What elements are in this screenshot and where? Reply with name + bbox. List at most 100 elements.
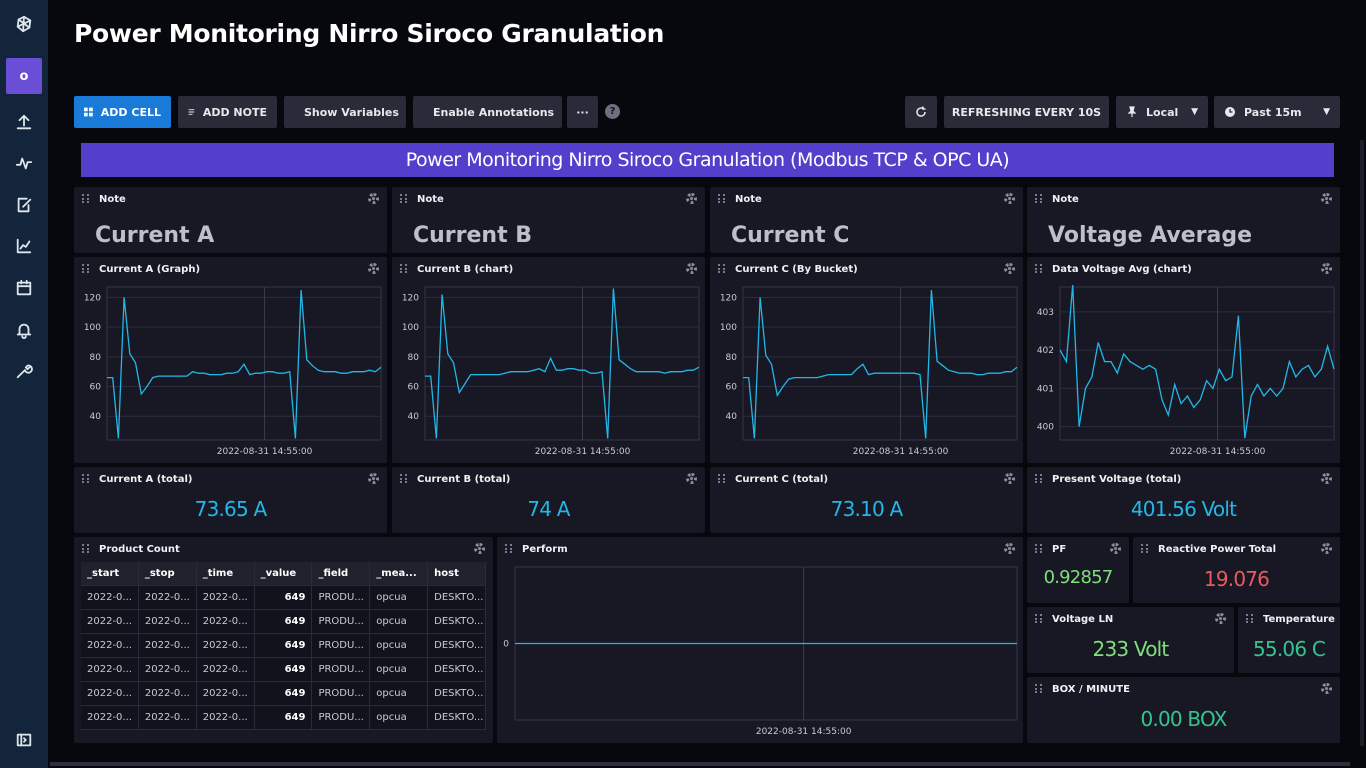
influx-logo-icon[interactable] <box>0 3 48 45</box>
gear-icon[interactable] <box>1004 193 1015 204</box>
graph-icon[interactable] <box>0 226 48 266</box>
single-stat-cell[interactable]: Temperature 55.06 C <box>1238 607 1340 673</box>
calendar-icon[interactable] <box>0 268 48 308</box>
pulse-icon[interactable] <box>0 143 48 183</box>
column-header[interactable]: _field <box>312 562 371 586</box>
graph-cell[interactable]: Current B (chart) 40 60 80 100 120 2022-08-31… <box>392 257 705 463</box>
drag-handle-icon[interactable] <box>400 194 408 204</box>
upload-icon[interactable] <box>0 102 48 142</box>
single-stat-cell[interactable]: Current B (total) 74 A <box>392 467 705 533</box>
stat-value: 401.56 Volt <box>1130 497 1237 521</box>
single-stat-cell[interactable]: Current A (total) 73.65 A <box>74 467 387 533</box>
table-cell: 2022-0... <box>138 706 197 730</box>
drag-handle-icon[interactable] <box>1035 614 1043 624</box>
column-header[interactable]: host <box>428 562 486 586</box>
drag-handle-icon[interactable] <box>1035 684 1043 694</box>
gear-icon[interactable] <box>1321 683 1332 694</box>
edit-icon[interactable] <box>0 185 48 225</box>
note-cell[interactable]: Note Current A <box>74 187 387 253</box>
gear-icon[interactable] <box>1321 473 1332 484</box>
graph-cell[interactable]: Data Voltage Avg (chart) 400 401 402 403 202… <box>1027 257 1340 463</box>
gear-icon[interactable] <box>1321 193 1332 204</box>
org-avatar[interactable]: o <box>6 58 42 94</box>
auto-refresh-dropdown[interactable]: REFRESHING EVERY 10S <box>944 96 1109 128</box>
timezone-dropdown[interactable]: Local ▼ <box>1116 96 1208 128</box>
drag-handle-icon[interactable] <box>718 474 726 484</box>
y-tick-label: 40 <box>408 412 420 422</box>
table-row: 2022-0... 2022-0... 2022-0... 649 PRODU... op… <box>81 706 486 730</box>
stat-value: 74 A <box>527 497 570 521</box>
gear-icon[interactable] <box>1004 473 1015 484</box>
drag-handle-icon[interactable] <box>82 194 90 204</box>
add-note-button[interactable]: ADD NOTE <box>178 96 277 128</box>
gear-icon[interactable] <box>1321 543 1332 554</box>
drag-handle-icon[interactable] <box>1246 614 1254 624</box>
table-cell: 2022-0... <box>196 706 255 730</box>
data-table[interactable]: _start _stop _time _value _field _mea...… <box>81 562 486 734</box>
y-tick-label: 60 <box>726 383 738 393</box>
drag-handle-icon[interactable] <box>400 474 408 484</box>
column-header[interactable]: _mea... <box>370 562 429 586</box>
drag-handle-icon[interactable] <box>1035 474 1043 484</box>
gear-icon[interactable] <box>1215 613 1226 624</box>
drag-handle-icon[interactable] <box>82 474 90 484</box>
gear-icon[interactable] <box>686 193 697 204</box>
graph-cell[interactable]: Current A (Graph) 40 60 80 100 120 2022-08-31… <box>74 257 387 463</box>
gear-icon[interactable] <box>474 543 485 554</box>
column-header[interactable]: _time <box>196 562 255 586</box>
column-header[interactable]: _start <box>81 562 139 586</box>
time-range-dropdown[interactable]: Past 15m ▼ <box>1214 96 1340 128</box>
vertical-scrollbar[interactable] <box>1360 140 1364 746</box>
timezone-label: Local <box>1146 105 1179 119</box>
note-text: Voltage Average <box>1048 223 1253 248</box>
drag-handle-icon[interactable] <box>82 544 90 554</box>
column-header[interactable]: _stop <box>138 562 197 586</box>
cell-title: Note <box>735 193 762 205</box>
refresh-button[interactable] <box>905 96 937 128</box>
table-cell: DESKTO... <box>428 658 486 682</box>
cell-title: Note <box>417 193 444 205</box>
more-options-button[interactable]: ··· <box>567 96 598 128</box>
single-stat-cell[interactable]: PF 0.92857 <box>1027 537 1129 603</box>
wrench-icon[interactable] <box>0 351 48 391</box>
table-cell: 2022-0... <box>81 682 139 706</box>
drag-handle-icon[interactable] <box>1035 194 1043 204</box>
single-stat-cell[interactable]: BOX / MINUTE 0.00 BOX <box>1027 677 1340 743</box>
note-cell[interactable]: Note Voltage Average <box>1027 187 1340 253</box>
single-stat-cell[interactable]: Current C (total) 73.10 A <box>710 467 1023 533</box>
x-tick-label: 2022-08-31 14:55:00 <box>535 447 631 457</box>
table-cell[interactable]: Product Count _start _stop _time _value … <box>74 537 493 743</box>
drag-handle-icon[interactable] <box>1141 544 1149 554</box>
gear-icon[interactable] <box>686 473 697 484</box>
single-stat-cell[interactable]: Voltage LN 233 Volt <box>1027 607 1234 673</box>
collapse-icon[interactable] <box>0 720 48 760</box>
table-body: 2022-0... 2022-0... 2022-0... 649 PRODU... op… <box>81 586 486 730</box>
cell-title: Product Count <box>99 543 180 555</box>
graph-cell[interactable]: Current C (By Bucket) 40 60 80 100 120 2022-0… <box>710 257 1023 463</box>
drag-handle-icon[interactable] <box>718 194 726 204</box>
single-stat-cell[interactable]: Reactive Power Total 19.076 <box>1133 537 1340 603</box>
y-tick-label: 403 <box>1037 308 1054 318</box>
gear-icon[interactable] <box>368 193 379 204</box>
add-cell-button[interactable]: ADD CELL <box>74 96 171 128</box>
table-cell: DESKTO... <box>428 706 486 730</box>
single-stat-cell[interactable]: Present Voltage (total) 401.56 Volt <box>1027 467 1340 533</box>
drag-handle-icon[interactable] <box>1035 544 1043 554</box>
perform-graph-cell[interactable]: Perform 0 2022-08-31 14:55:00 <box>497 537 1023 743</box>
enable-annotations-toggle[interactable]: Enable Annotations <box>413 96 562 128</box>
table-cell: opcua <box>370 658 429 682</box>
note-cell[interactable]: Note Current C <box>710 187 1023 253</box>
gear-icon[interactable] <box>368 473 379 484</box>
stat-value: 0.92857 <box>1043 567 1114 588</box>
show-variables-toggle[interactable]: Show Variables <box>284 96 406 128</box>
column-header[interactable]: _value <box>254 562 313 586</box>
gear-icon[interactable] <box>1110 543 1121 554</box>
note-cell[interactable]: Note Current B <box>392 187 705 253</box>
stat-value: 55.06 C <box>1253 637 1326 661</box>
table-cell: 649 <box>254 706 313 730</box>
horizontal-scrollbar[interactable] <box>50 762 1350 766</box>
help-icon[interactable]: ? <box>605 104 620 119</box>
bell-icon[interactable] <box>0 310 48 350</box>
table-cell: opcua <box>370 682 429 706</box>
table-cell: 2022-0... <box>196 658 255 682</box>
